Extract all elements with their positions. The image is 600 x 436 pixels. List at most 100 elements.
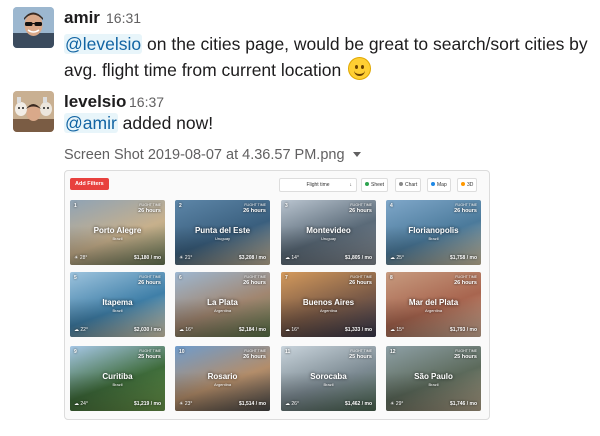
flight-time-label: FLIGHT TIME bbox=[139, 349, 161, 353]
cities-toolbar: Add Filters Flight time ↓ Sheet Chart Ma… bbox=[65, 171, 489, 197]
chart-button[interactable]: Chart bbox=[395, 178, 422, 192]
attachment-image[interactable]: Add Filters Flight time ↓ Sheet Chart Ma… bbox=[64, 170, 490, 420]
city-card[interactable]: 3 FLIGHT TIME 26 hours Montevideo Uruguay ☁ 1… bbox=[281, 200, 376, 265]
sheet-button-label: Sheet bbox=[371, 182, 385, 188]
message-text: @amir added now! bbox=[64, 111, 213, 136]
sort-select[interactable]: Flight time ↓ bbox=[279, 178, 357, 192]
city-card[interactable]: 9 FLIGHT TIME 25 hours Curitiba Brazil ☁ 24° $… bbox=[70, 346, 165, 411]
message-text-line1: on the cities page, would be great to se… bbox=[142, 34, 588, 54]
flight-time-value: 26 hours bbox=[243, 280, 266, 286]
weather-indicator: ☁ 25° bbox=[390, 255, 404, 261]
chevron-down-icon[interactable] bbox=[352, 152, 361, 157]
cost-of-living: $1,219 / mo bbox=[134, 401, 161, 407]
city-name: Rosario bbox=[207, 372, 238, 381]
weather-indicator: ☁ 24° bbox=[74, 401, 88, 407]
mention-levelsio[interactable]: @levelsio bbox=[64, 34, 143, 54]
city-card[interactable]: 5 FLIGHT TIME 26 hours Itapema Brazil ☁ 22° $2… bbox=[70, 272, 165, 337]
city-card[interactable]: 4 FLIGHT TIME 26 hours Florianopolis Brazil ☁… bbox=[386, 200, 481, 265]
city-card[interactable]: 2 FLIGHT TIME 26 hours Punta del Este Urugua… bbox=[175, 200, 270, 265]
flight-time-value: 26 hours bbox=[138, 280, 161, 286]
map-button[interactable]: Map bbox=[427, 178, 451, 192]
city-card[interactable]: 12 FLIGHT TIME 25 hours São Paulo Brazil ☀ 29… bbox=[386, 346, 481, 411]
sender-name[interactable]: levelsio bbox=[64, 92, 126, 112]
timestamp[interactable]: 16:31 bbox=[106, 10, 141, 26]
cost-of-living: $2,030 / mo bbox=[134, 327, 161, 333]
country-name: Uruguay bbox=[320, 236, 337, 241]
city-name: Punta del Este bbox=[194, 226, 251, 235]
sort-direction-icon: ↓ bbox=[349, 182, 353, 188]
city-name: Itapema bbox=[102, 298, 133, 307]
card-rank: 10 bbox=[179, 349, 185, 355]
country-name: Brazil bbox=[323, 382, 334, 387]
timestamp[interactable]: 16:37 bbox=[129, 94, 164, 110]
city-name: La Plata bbox=[207, 298, 238, 307]
flight-time-label: FLIGHT TIME bbox=[244, 203, 266, 207]
flight-time-label: FLIGHT TIME bbox=[350, 275, 372, 279]
city-name: Buenos Aires bbox=[302, 298, 355, 307]
cost-of-living: $1,333 / mo bbox=[345, 327, 372, 333]
card-rank: 3 bbox=[285, 203, 288, 209]
country-name: Argentina bbox=[424, 308, 443, 313]
cost-of-living: $1,746 / mo bbox=[450, 401, 477, 407]
flight-time-label: FLIGHT TIME bbox=[244, 349, 266, 353]
cost-of-living: $1,514 / mo bbox=[239, 401, 266, 407]
sort-select-label: Flight time bbox=[306, 182, 330, 188]
card-rank: 7 bbox=[285, 275, 288, 281]
avatar-amir[interactable] bbox=[13, 7, 54, 48]
flight-time-value: 26 hours bbox=[243, 354, 266, 360]
country-name: Brazil bbox=[428, 382, 439, 387]
flight-time-value: 25 hours bbox=[454, 354, 477, 360]
city-name: Curitiba bbox=[102, 372, 133, 381]
cost-of-living: $1,805 / mo bbox=[345, 255, 372, 261]
flight-time-value: 26 hours bbox=[454, 280, 477, 286]
message-amir: amir 16:31 @levelsio on the cities page,… bbox=[0, 0, 600, 95]
3d-button-label: 3D bbox=[467, 182, 474, 188]
city-name: Mar del Plata bbox=[408, 298, 459, 307]
sheet-button[interactable]: Sheet bbox=[361, 178, 389, 192]
city-name: Florianopolis bbox=[408, 226, 459, 235]
card-rank: 2 bbox=[179, 203, 182, 209]
mention-amir[interactable]: @amir bbox=[64, 113, 118, 133]
city-card[interactable]: 1 FLIGHT TIME 26 hours Porto Alegre Brazil ☀ … bbox=[70, 200, 165, 265]
chart-button-label: Chart bbox=[405, 182, 418, 188]
city-name: Porto Alegre bbox=[93, 226, 142, 235]
city-card[interactable]: 10 FLIGHT TIME 26 hours Rosario Argentina ☀ 2… bbox=[175, 346, 270, 411]
cost-of-living: $1,180 / mo bbox=[134, 255, 161, 261]
cube-icon bbox=[461, 182, 465, 186]
flight-time-label: FLIGHT TIME bbox=[139, 275, 161, 279]
card-rank: 9 bbox=[74, 349, 77, 355]
weather-indicator: ☁ 14° bbox=[285, 255, 299, 261]
country-name: Brazil bbox=[112, 236, 123, 241]
city-card[interactable]: 7 FLIGHT TIME 26 hours Buenos Aires Argentin… bbox=[281, 272, 376, 337]
slightly-smiling-face-icon bbox=[348, 57, 372, 80]
flight-time-value: 26 hours bbox=[349, 208, 372, 214]
country-name: Brazil bbox=[112, 382, 123, 387]
city-card[interactable]: 6 FLIGHT TIME 26 hours La Plata Argentina ☁ 1… bbox=[175, 272, 270, 337]
weather-indicator: ☀ 23° bbox=[179, 401, 193, 407]
sender-name[interactable]: amir bbox=[64, 8, 100, 28]
attachment-filename[interactable]: Screen Shot 2019-08-07 at 4.36.57 PM.png bbox=[64, 147, 361, 163]
flight-time-label: FLIGHT TIME bbox=[139, 203, 161, 207]
map-icon bbox=[431, 182, 435, 186]
cost-of-living: $2,184 / mo bbox=[239, 327, 266, 333]
avatar-levelsio[interactable] bbox=[13, 91, 54, 132]
flight-time-label: FLIGHT TIME bbox=[455, 203, 477, 207]
flight-time-value: 26 hours bbox=[243, 208, 266, 214]
weather-indicator: ☀ 29° bbox=[390, 401, 404, 407]
city-name: Sorocaba bbox=[310, 372, 347, 381]
city-card[interactable]: 8 FLIGHT TIME 26 hours Mar del Plata Argenti… bbox=[386, 272, 481, 337]
country-name: Uruguay bbox=[214, 236, 231, 241]
weather-indicator: ☁ 22° bbox=[74, 327, 88, 333]
message-text: @levelsio on the cities page, would be g… bbox=[64, 32, 594, 83]
weather-indicator: ☀ 21° bbox=[179, 255, 193, 261]
weather-indicator: ☁ 16° bbox=[179, 327, 193, 333]
add-filters-button[interactable]: Add Filters bbox=[70, 178, 109, 190]
chart-icon bbox=[399, 182, 403, 186]
country-name: Brazil bbox=[428, 236, 439, 241]
country-name: Brazil bbox=[112, 308, 123, 313]
flight-time-value: 26 hours bbox=[454, 208, 477, 214]
weather-indicator: ☁ 16° bbox=[285, 327, 299, 333]
city-card[interactable]: 11 FLIGHT TIME 25 hours Sorocaba Brazil ☁ 26°… bbox=[281, 346, 376, 411]
3d-button[interactable]: 3D bbox=[457, 178, 478, 192]
flight-time-label: FLIGHT TIME bbox=[350, 349, 372, 353]
